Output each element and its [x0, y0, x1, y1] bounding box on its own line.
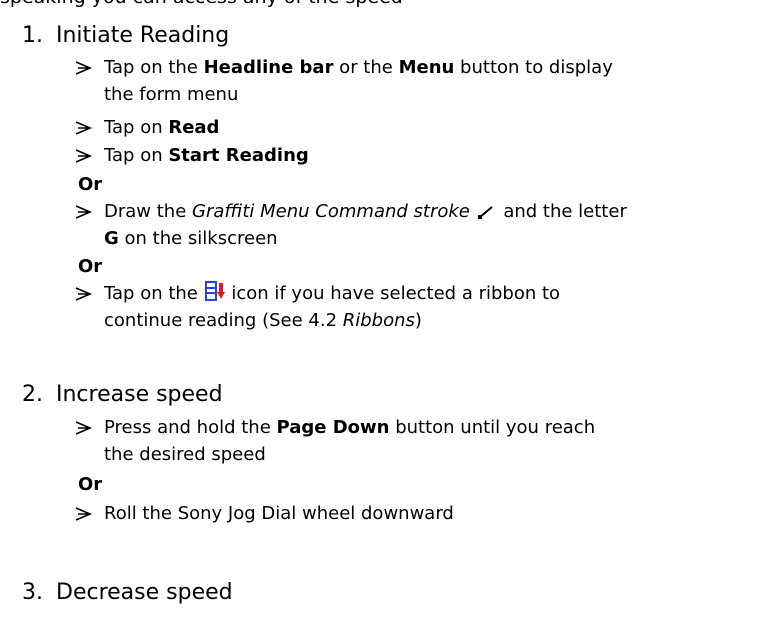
- section-1-number: 1.: [22, 23, 43, 48]
- arrowhead-bullet-icon: [75, 507, 93, 521]
- s1-b2-bold1: Read: [168, 117, 220, 138]
- s1-or-1: Or: [78, 174, 103, 195]
- arrowhead-bullet-icon: [75, 287, 93, 301]
- s1-bullet-3: Tap on Start Reading: [104, 142, 309, 169]
- section-2-number: 2.: [22, 382, 43, 407]
- s1-b2-text1: Tap on: [104, 117, 169, 138]
- s1-bullet-4: Draw the Graffiti Menu Command stroke an…: [104, 198, 627, 252]
- s1-b5-line2-text1: continue reading (See 4.2: [104, 310, 343, 331]
- s1-b5-text1: Tap on the: [104, 283, 204, 304]
- s1-bullet-1: Tap on the Headline bar or the Menu butt…: [104, 54, 613, 108]
- graffiti-stroke-icon: [477, 206, 493, 219]
- s2-b1-bold1: Page Down: [276, 417, 390, 438]
- s1-b1-text2: or the: [333, 57, 399, 78]
- section-3-title: Decrease speed: [56, 580, 233, 605]
- s2-b1-text2: button until you reach: [389, 417, 596, 438]
- s1-b4-text1: Draw the: [104, 201, 192, 222]
- s1-b5-line2-text2: ): [414, 310, 422, 331]
- s2-b1-line2: the desired speed: [104, 444, 266, 465]
- s1-b4-text2: and the letter: [497, 201, 627, 222]
- s1-b4-text3: on the silkscreen: [118, 228, 278, 249]
- arrowhead-bullet-icon: [75, 61, 93, 75]
- s2-b2-text1: Roll the Sony Jog Dial wheel downward: [104, 503, 454, 524]
- arrowhead-bullet-icon: [75, 421, 93, 435]
- s1-b4-bold-line2: G: [104, 228, 119, 249]
- section-1-title: Initiate Reading: [56, 23, 230, 48]
- s1-bullet-2: Tap on Read: [104, 114, 219, 141]
- s1-b4-ital1: Graffiti Menu Command stroke: [192, 201, 470, 222]
- s1-b3-text1: Tap on: [104, 145, 169, 166]
- arrowhead-bullet-icon: [75, 205, 93, 219]
- s2-or-1: Or: [78, 474, 103, 495]
- s1-b5-line2-ital: Ribbons: [342, 310, 415, 331]
- arrowhead-bullet-icon: [75, 121, 93, 135]
- clipped-top-line: speaking you can access any of the speed: [0, 0, 403, 8]
- s2-bullet-1: Press and hold the Page Down button unti…: [104, 414, 595, 468]
- s1-bullet-5: Tap on the icon if you have selected a r…: [104, 280, 560, 334]
- s1-b1-line2: the form menu: [104, 84, 239, 105]
- section-3-number: 3.: [22, 580, 43, 605]
- s1-b1-bold2: Menu: [398, 57, 455, 78]
- s2-b1-text1: Press and hold the: [104, 417, 277, 438]
- s1-b3-bold1: Start Reading: [168, 145, 309, 166]
- s1-b1-bold1: Headline bar: [203, 57, 334, 78]
- s1-b1-text3: button to display: [454, 57, 613, 78]
- s1-b5-text2: icon if you have selected a ribbon to: [225, 283, 561, 304]
- section-2-title: Increase speed: [56, 382, 223, 407]
- s2-bullet-2: Roll the Sony Jog Dial wheel downward: [104, 500, 454, 527]
- s1-b1-text1: Tap on the: [104, 57, 204, 78]
- s1-or-2: Or: [78, 256, 103, 277]
- arrowhead-bullet-icon: [75, 149, 93, 163]
- start-reading-icon: [204, 281, 225, 301]
